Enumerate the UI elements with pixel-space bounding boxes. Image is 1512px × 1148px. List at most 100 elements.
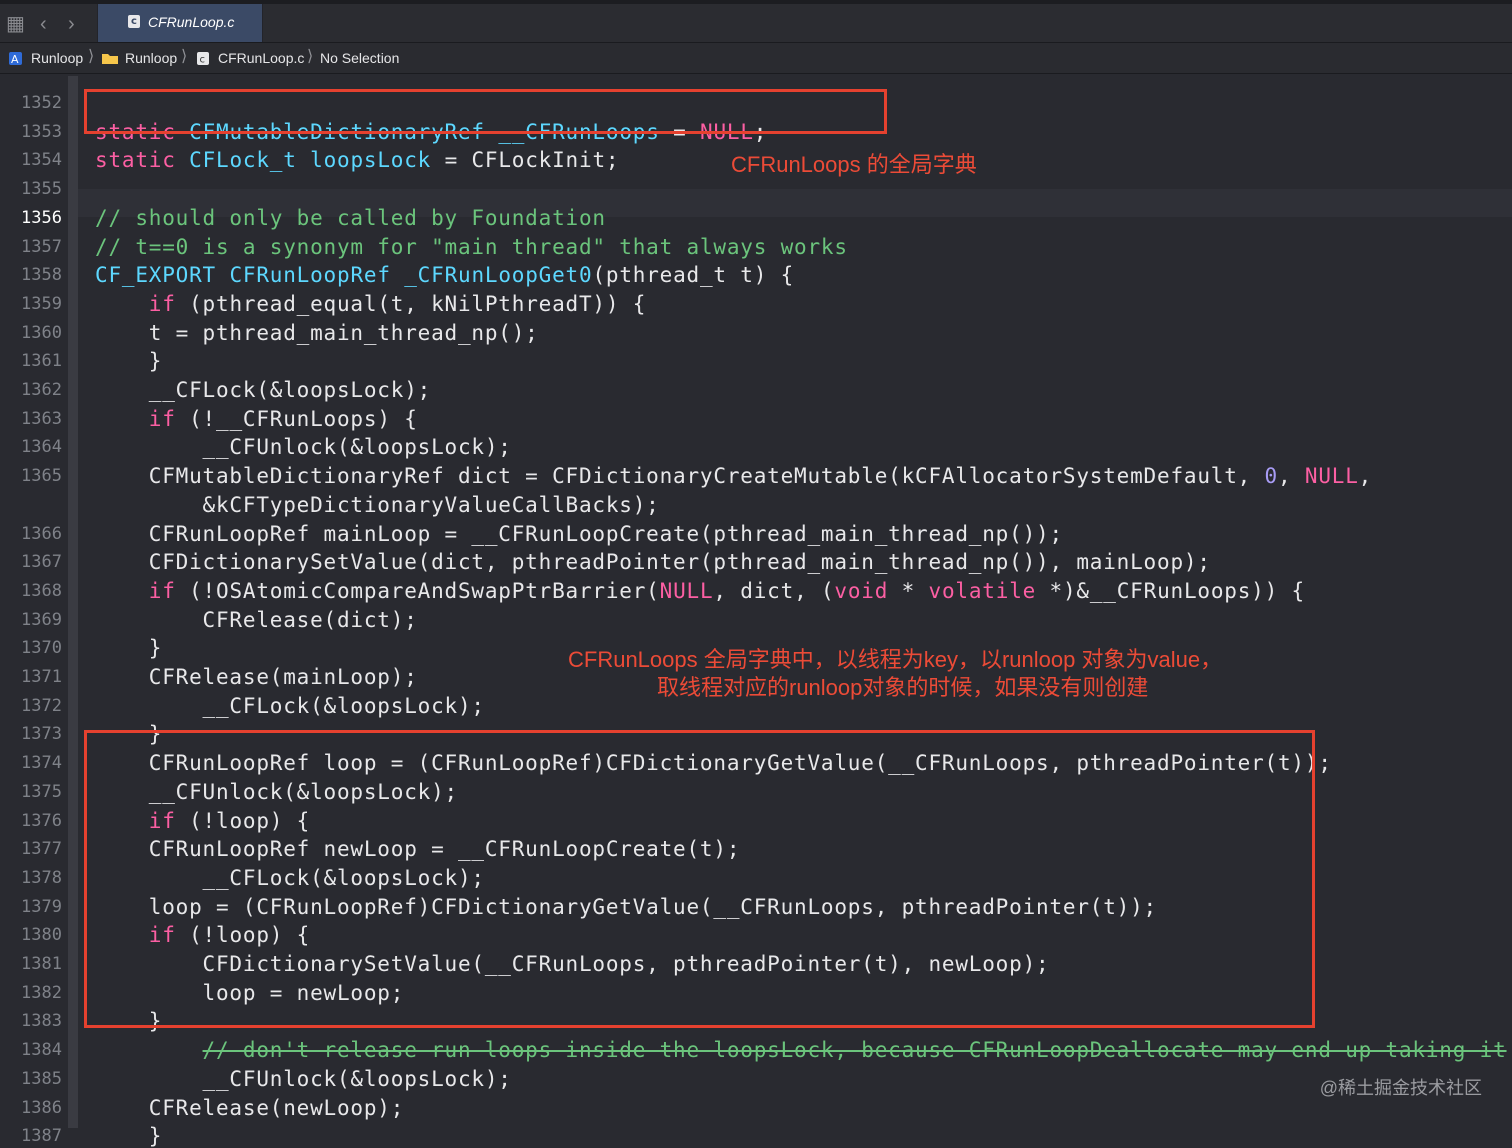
line-number: 1354 [21,150,62,171]
change-bar [68,76,78,1128]
code-line: CFRelease(dict); [95,608,418,632]
code-line: if (!OSAtomicCompareAndSwapPtrBarrier(NU… [95,579,1305,603]
code-line: } [95,349,162,373]
code-token: (!OSAtomicCompareAndSwapPtrBarrier( [175,578,660,603]
code-token: if [148,578,176,603]
line-number: 1366 [21,523,62,544]
code-token: __CFLock(&loopsLock); [95,378,432,402]
breadcrumb-selection[interactable]: No Selection [320,48,399,68]
breadcrumb-folder[interactable]: Runloop [125,48,177,68]
line-number: 1367 [21,552,62,573]
annotation-explain-line2: 取线程对应的runloop对象的时候，如果没有则创建 [657,675,1149,700]
breadcrumb-file[interactable]: CFRunLoop.c [218,48,304,68]
code-token: CFDictionarySetValue(dict, pthreadPointe… [95,550,1211,575]
line-number: 1359 [21,293,62,314]
code-line: if (pthread_equal(t, kNilPthreadT)) { [95,292,646,316]
code-token: , dict, ( [713,578,835,603]
code-token: CFRunLoopRef [229,263,391,288]
line-number: 1361 [21,351,62,372]
svg-text:A: A [11,53,19,66]
code-line: __CFLock(&loopsLock); [95,694,485,718]
back-arrow-icon[interactable]: ‹ [40,12,47,36]
code-token: } [95,636,163,661]
line-number: 1382 [21,982,62,1003]
breadcrumb-project[interactable]: Runloop [31,48,83,68]
line-number: 1355 [21,179,62,200]
line-number: 1370 [21,638,62,659]
watermark: @稀土掘金技术社区 [1319,1078,1482,1098]
code-line: // should only be called by Foundation [95,206,606,230]
code-token: = CFLockInit; [431,148,620,173]
editor-toolbar: ▦ ‹ › c CFRunLoop.c [0,0,1512,42]
code-line: // don't release run loops inside the lo… [95,1038,1507,1062]
annotation-explain-line1: CFRunLoops 全局字典中，以线程为key，以runloop 对象为val… [568,647,1223,672]
code-token: loopsLock [310,148,432,173]
code-token: (pthread_t t) { [592,263,795,288]
code-token: CFMutableDictionaryRef dict = CFDictiona… [95,464,1265,489]
code-line: __CFUnlock(&loopsLock); [95,435,512,459]
forward-arrow-icon[interactable]: › [68,12,75,36]
code-line: static CFLock_t loopsLock = CFLockInit; [95,148,619,172]
code-line: __CFLock(&loopsLock); [95,378,431,402]
code-token: *)&__CFRunLoops)) { [1036,578,1305,603]
highlight-box-global-dict [84,89,887,134]
code-token: void [834,578,889,603]
line-number: 1380 [21,925,62,946]
code-token: _CFRunLoopGet0 [404,263,593,288]
line-number: 1353 [21,121,62,142]
line-number: 1371 [21,667,62,687]
tab-label: CFRunLoop.c [148,14,235,30]
code-token: &kCFTypeDictionaryValueCallBacks); [95,492,660,517]
line-number: 1365 [21,466,62,487]
code-token: volatile [928,578,1037,603]
code-line: CFRelease(mainLoop); [95,665,418,689]
line-number: 1387 [21,1126,62,1147]
line-number: 1375 [21,781,62,802]
code-token: 0 [1264,464,1278,489]
line-number: 1352 [21,93,62,113]
code-line: &kCFTypeDictionaryValueCallBacks); [95,493,660,517]
chevron-right-icon: ⟩ [88,48,95,65]
line-number: 1363 [21,408,62,429]
code-token: , [1278,464,1305,489]
c-file-icon: c [128,15,140,28]
line-number: 1377 [21,839,62,860]
line-number: 1369 [21,609,62,630]
chevron-right-icon: ⟩ [307,48,314,65]
line-number: 1379 [21,896,62,917]
line-number: 1368 [21,580,62,601]
code-line: CFMutableDictionaryRef dict = CFDictiona… [95,464,1372,488]
code-token: // should only be called by Foundation [95,205,606,230]
code-token: CFLock_t [189,148,297,173]
code-token: t = pthread_main_thread_np(); [95,320,539,345]
code-token: NULL [1304,464,1359,489]
code-token: , [1358,464,1373,489]
line-number: 1385 [21,1068,62,1089]
grid-icon[interactable]: ▦ [6,12,25,36]
line-number: 1384 [21,1040,62,1061]
line-number: 1373 [21,724,62,745]
tab-cfrunloop[interactable]: c CFRunLoop.c [97,4,263,42]
code-line: CFDictionarySetValue(dict, pthreadPointe… [95,550,1211,574]
code-token: (pthread_equal(t, kNilPthreadT)) { [175,291,647,316]
code-token: // don't release run loops inside the lo… [202,1038,1507,1063]
line-number: 1381 [21,954,62,974]
svg-text:c: c [200,55,206,66]
line-number: 1362 [21,380,62,400]
code-token: CFRelease(mainLoop); [95,665,418,689]
line-number: 1356 [21,207,62,228]
line-number: 1357 [21,236,62,257]
folder-icon [102,54,118,64]
code-token: CF_EXPORT [95,263,216,288]
breadcrumb: A Runloop ⟩ Runloop ⟩ c CFRunLoop.c ⟩ No… [0,42,1512,74]
code-token: * [888,578,929,603]
annotation-global-dict: CFRunLoops 的全局字典 [731,152,977,177]
line-number: 1360 [21,322,62,343]
code-token: __CFLock(&loopsLock); [95,693,485,718]
